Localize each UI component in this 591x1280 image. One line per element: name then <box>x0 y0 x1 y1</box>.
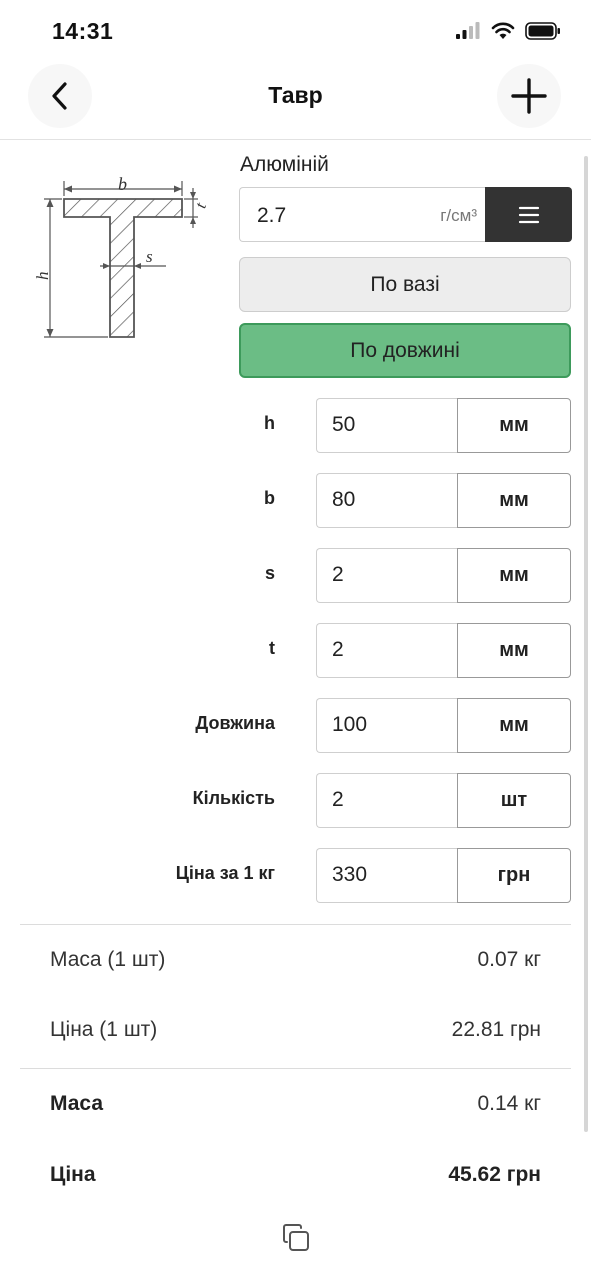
density-input[interactable]: 2.7 г/см³ <box>239 187 485 242</box>
result-mass-total: Маса 0.14 кг <box>50 1092 541 1122</box>
param-label: t <box>269 638 275 658</box>
param-row-quantity: Кількість 2 шт <box>0 773 591 828</box>
divider <box>20 1068 571 1069</box>
param-input-price-per-kg[interactable]: 330 <box>316 848 458 903</box>
param-row-s: s 2 мм <box>0 548 591 603</box>
param-unit-length[interactable]: мм <box>457 698 571 753</box>
result-label: Ціна (1 шт) <box>50 1018 158 1041</box>
param-label: b <box>264 488 275 508</box>
param-unit-quantity[interactable]: шт <box>457 773 571 828</box>
result-value: 22.81 грн <box>451 1018 541 1041</box>
by-length-button[interactable]: По довжині <box>239 323 571 378</box>
result-mass-one: Маса (1 шт) 0.07 кг <box>50 948 541 978</box>
param-row-b: b 80 мм <box>0 473 591 528</box>
param-input-h[interactable]: 50 <box>316 398 458 453</box>
param-input-quantity[interactable]: 2 <box>316 773 458 828</box>
param-label: h <box>264 413 275 433</box>
density-unit: г/см³ <box>440 206 477 225</box>
param-row-h: h 50 мм <box>0 398 591 453</box>
plus-icon <box>511 78 547 114</box>
param-unit-s[interactable]: мм <box>457 548 571 603</box>
param-label: Довжина <box>195 713 275 733</box>
param-unit-h[interactable]: мм <box>457 398 571 453</box>
param-input-t[interactable]: 2 <box>316 623 458 678</box>
result-price-total: Ціна 45.62 грн <box>50 1163 541 1193</box>
result-price-one: Ціна (1 шт) 22.81 грн <box>50 1018 541 1048</box>
param-input-b[interactable]: 80 <box>316 473 458 528</box>
material-name[interactable]: Алюміній <box>240 153 329 177</box>
dimension-label-h: h <box>36 272 52 281</box>
status-time: 14:31 <box>52 18 114 44</box>
param-unit-b[interactable]: мм <box>457 473 571 528</box>
status-icons <box>455 22 561 40</box>
t-profile-diagram: b t h s <box>36 174 206 338</box>
copy-button[interactable] <box>280 1222 312 1254</box>
cellular-signal-icon <box>456 22 480 39</box>
param-label: Кількість <box>192 788 275 808</box>
result-value: 45.62 грн <box>448 1163 541 1186</box>
param-unit-t[interactable]: мм <box>457 623 571 678</box>
by-weight-button[interactable]: По вазі <box>239 257 571 312</box>
dimension-label-b: b <box>118 174 127 194</box>
battery-icon <box>525 22 560 40</box>
param-unit-price-per-kg[interactable]: грн <box>457 848 571 903</box>
param-row-price-per-kg: Ціна за 1 кг 330 грн <box>0 848 591 903</box>
status-bar: 14:31 <box>0 0 591 62</box>
result-label: Маса <box>50 1092 104 1115</box>
material-menu-button[interactable] <box>485 187 572 242</box>
dimension-label-s: s <box>146 247 153 266</box>
param-input-s[interactable]: 2 <box>316 548 458 603</box>
param-label: Ціна за 1 кг <box>175 863 275 883</box>
result-value: 0.14 кг <box>477 1092 541 1115</box>
result-value: 0.07 кг <box>477 948 541 971</box>
t-profile-shape <box>63 198 183 338</box>
add-button[interactable] <box>497 64 561 128</box>
nav-bar: Тавр <box>0 62 591 140</box>
result-label: Маса (1 шт) <box>50 948 166 971</box>
param-row-t: t 2 мм <box>0 623 591 678</box>
param-input-length[interactable]: 100 <box>316 698 458 753</box>
param-label: s <box>264 563 275 583</box>
copy-icon <box>283 1224 309 1251</box>
hamburger-menu-icon <box>518 206 539 223</box>
param-row-length: Довжина 100 мм <box>0 698 591 753</box>
result-label: Ціна <box>50 1163 96 1186</box>
wifi-icon <box>491 22 515 39</box>
density-value: 2.7 <box>257 204 287 227</box>
divider <box>20 924 571 925</box>
dimension-label-t: t <box>192 200 206 210</box>
